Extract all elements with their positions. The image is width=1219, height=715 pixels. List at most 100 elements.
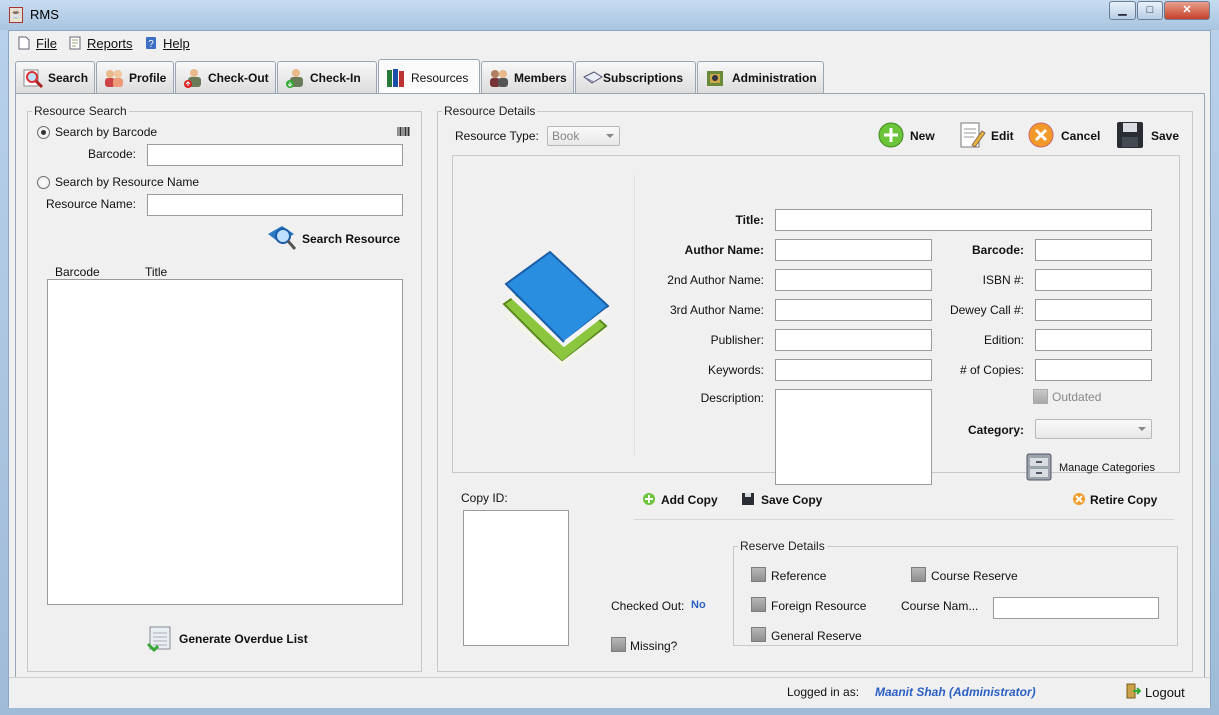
users-icon (105, 70, 123, 87)
author-name-input[interactable] (775, 239, 932, 261)
resource-name-input[interactable] (147, 194, 403, 216)
barcode-input[interactable] (147, 144, 403, 166)
search-resource-button[interactable]: Search Resource (266, 222, 406, 254)
dewey-input[interactable] (1035, 299, 1152, 321)
tab-profile-label: Profile (129, 71, 167, 85)
retire-copy-button[interactable]: Retire Copy (1072, 490, 1162, 510)
isbn-input[interactable] (1035, 269, 1152, 291)
foreign-resource-checkbox[interactable] (751, 597, 766, 612)
divider (634, 175, 635, 455)
edition-input[interactable] (1035, 329, 1152, 351)
tab-resources[interactable]: Resources (378, 59, 480, 94)
plus-icon (878, 122, 904, 148)
edit-label: Edit (991, 129, 1014, 143)
tab-check-in[interactable]: Check-In (277, 61, 377, 93)
course-name-label: Course Nam... (901, 599, 979, 613)
search-resource-label: Search Resource (302, 232, 401, 246)
cancel-button[interactable]: Cancel (1027, 121, 1107, 151)
tab-profile[interactable]: Profile (96, 61, 174, 93)
books-illustration-icon (502, 250, 610, 367)
menu-reports-label: Reports (87, 36, 133, 51)
close-button[interactable]: ✕ (1164, 1, 1210, 20)
menu-bar: File Reports ? Help (9, 31, 1210, 56)
java-app-icon: ☕ (9, 7, 23, 23)
cancel-label: Cancel (1061, 129, 1101, 143)
save-copy-label: Save Copy (761, 493, 823, 507)
cancel-icon (1073, 493, 1085, 505)
course-name-input[interactable] (993, 597, 1159, 619)
dewey-label: Dewey Call #: (949, 303, 1024, 317)
tab-resources-label: Resources (411, 71, 469, 85)
category-select[interactable] (1035, 419, 1152, 439)
publisher-input[interactable] (775, 329, 932, 351)
tab-check-out-label: Check-Out (208, 71, 269, 85)
save-copy-button[interactable]: Save Copy (741, 490, 831, 510)
reference-checkbox[interactable] (751, 567, 766, 582)
column-header-title[interactable]: Title (145, 265, 167, 279)
author2-label: 2nd Author Name: (667, 273, 764, 287)
menu-reports[interactable]: Reports (68, 36, 133, 51)
tab-administration[interactable]: Administration (697, 61, 824, 93)
column-header-barcode[interactable]: Barcode (55, 265, 100, 279)
tab-members[interactable]: Members (481, 61, 574, 93)
reserve-details-legend: Reserve Details (740, 539, 825, 553)
resource-type-label: Resource Type: (455, 129, 539, 143)
svg-text:?: ? (148, 39, 154, 50)
course-reserve-checkbox[interactable] (911, 567, 926, 582)
menu-file[interactable]: File (17, 36, 57, 51)
tab-search[interactable]: Search (15, 61, 95, 93)
isbn-label: ISBN #: (982, 273, 1024, 287)
save-button[interactable]: Save (1115, 120, 1185, 152)
tab-search-label: Search (48, 71, 89, 85)
tab-subscriptions[interactable]: Subscriptions (575, 61, 696, 93)
tab-members-label: Members (514, 71, 567, 85)
author2-input[interactable] (775, 269, 932, 291)
manage-categories-label: Manage Categories (1059, 462, 1156, 474)
new-label: New (910, 129, 935, 143)
maximize-button[interactable]: □ (1137, 1, 1163, 20)
copy-id-list[interactable] (463, 510, 569, 646)
menu-help[interactable]: ? Help (144, 36, 190, 51)
title-input[interactable] (775, 209, 1152, 231)
barcode-icon[interactable] (397, 127, 410, 136)
general-reserve-checkbox[interactable] (751, 627, 766, 642)
books-icon (387, 69, 404, 87)
title-label: Title: (735, 213, 764, 227)
menu-file-label: File (36, 36, 57, 51)
description-textarea[interactable] (775, 389, 932, 485)
keywords-label: Keywords: (707, 363, 764, 377)
status-bar: Logged in as: Maanit Shah (Administrator… (9, 677, 1210, 708)
copies-label: # of Copies: (959, 363, 1024, 377)
resource-type-select[interactable]: Book (547, 126, 620, 146)
missing-label: Missing? (630, 639, 678, 653)
general-reserve-label: General Reserve (771, 629, 862, 643)
resource-type-value: Book (552, 129, 580, 143)
manage-categories-button[interactable]: Manage Categories (1025, 452, 1165, 484)
new-button[interactable]: New (877, 121, 937, 151)
minimize-button[interactable]: ▁ (1109, 1, 1136, 20)
outdated-checkbox[interactable] (1033, 389, 1048, 404)
checked-out-value: No (691, 599, 706, 611)
search-by-barcode-radio[interactable] (37, 126, 50, 139)
members-icon (490, 70, 508, 87)
tab-check-out[interactable]: Check-Out (175, 61, 276, 93)
search-results-list[interactable] (47, 279, 403, 605)
missing-checkbox[interactable] (611, 637, 626, 652)
help-icon: ? (146, 37, 156, 50)
author3-input[interactable] (775, 299, 932, 321)
keywords-input[interactable] (775, 359, 932, 381)
logout-button[interactable]: Logout (1125, 681, 1195, 703)
add-copy-button[interactable]: Add Copy (642, 490, 732, 510)
copy-id-label: Copy ID: (461, 491, 508, 505)
tab-strip: Search Profile Check-Out Check-In Resour… (15, 59, 1205, 94)
edit-button[interactable]: Edit (958, 120, 1018, 152)
search-icon (23, 69, 44, 89)
title-bar[interactable]: ☕ RMS ▁ □ ✕ (0, 0, 1219, 30)
foreign-resource-label: Foreign Resource (771, 599, 867, 613)
generate-overdue-button[interactable]: Generate Overdue List (145, 623, 315, 655)
barcode-detail-input[interactable] (1035, 239, 1152, 261)
copies-input[interactable] (1035, 359, 1152, 381)
chevron-down-icon (606, 134, 614, 138)
logout-label: Logout (1145, 685, 1185, 700)
search-by-name-radio[interactable] (37, 176, 50, 189)
